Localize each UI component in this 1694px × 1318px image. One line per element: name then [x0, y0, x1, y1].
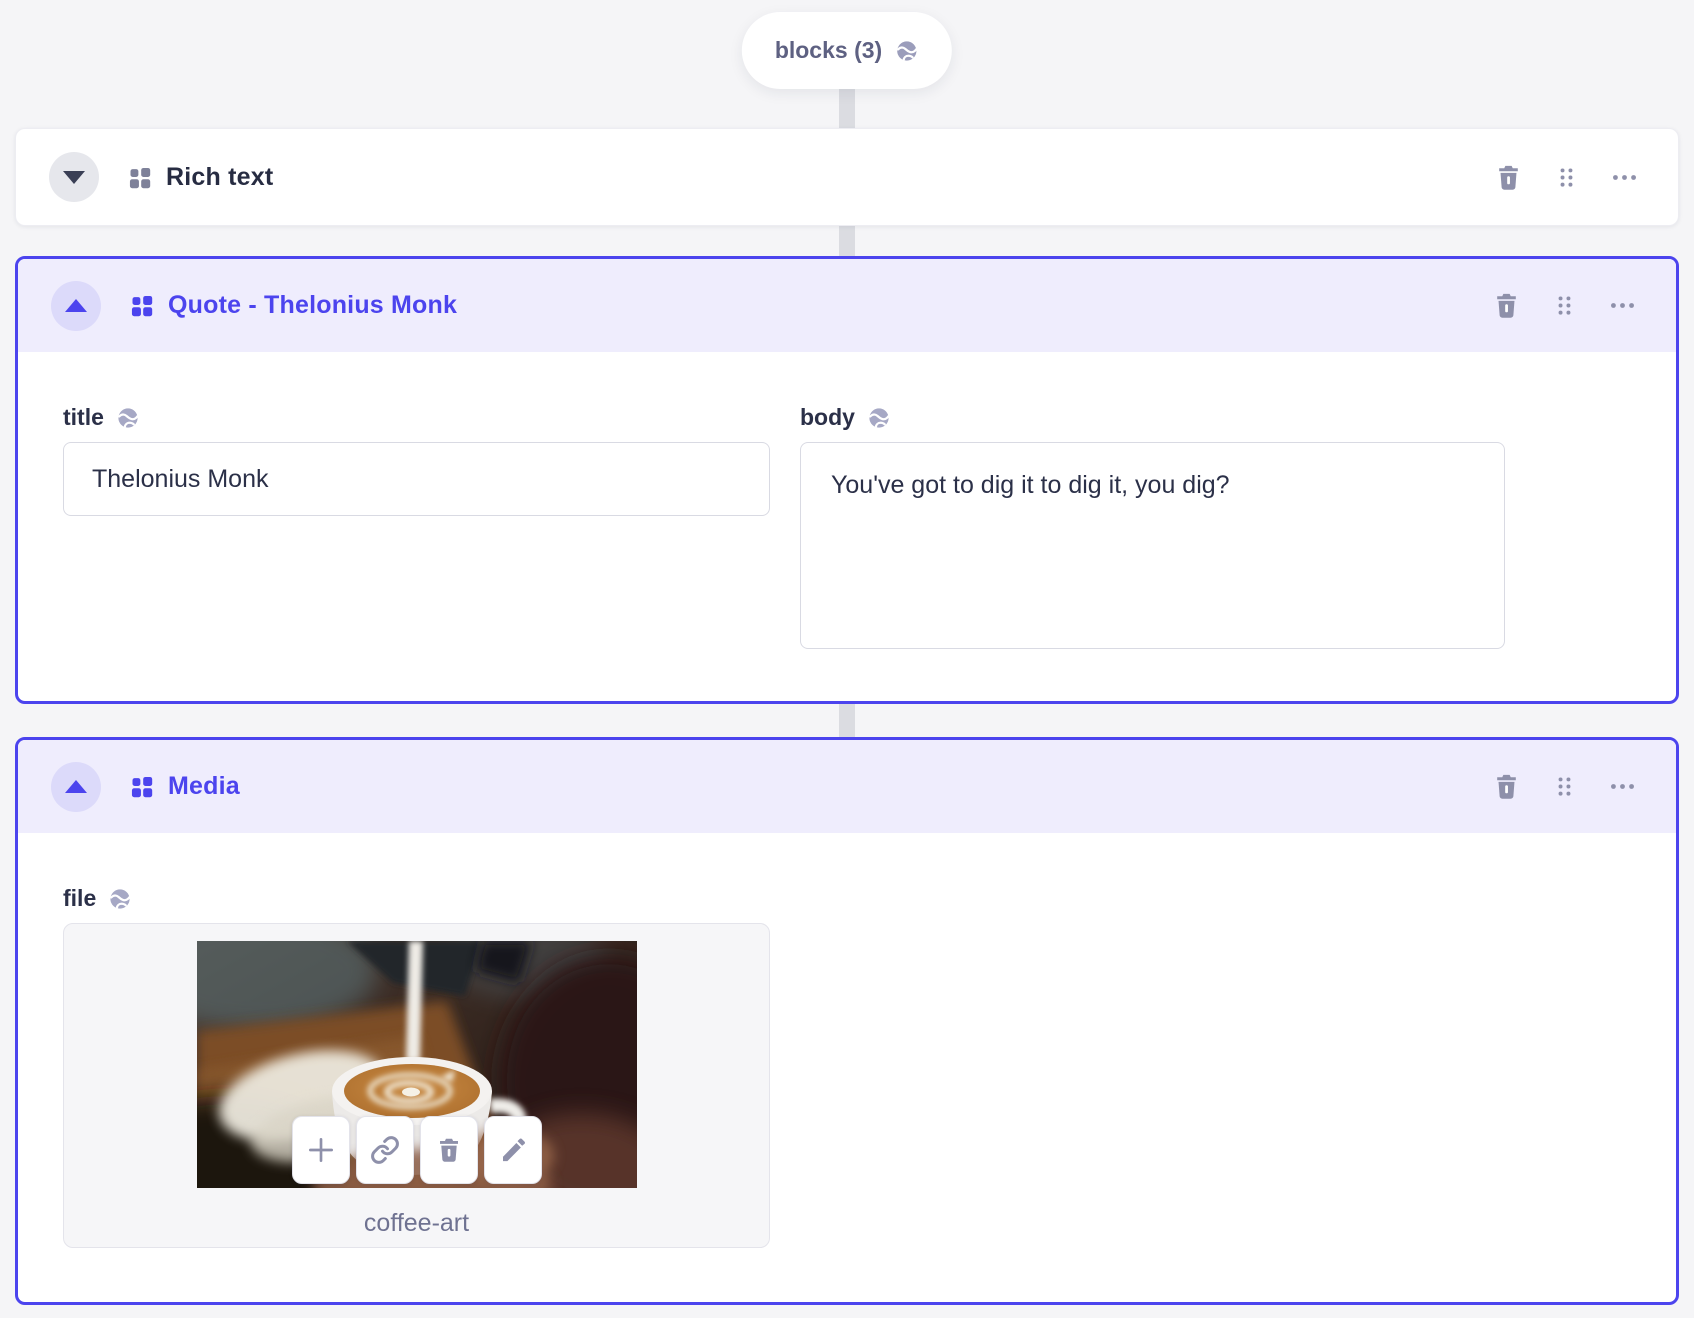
collapse-toggle-button[interactable]	[51, 280, 101, 331]
file-name: coffee-art	[363, 1209, 470, 1237]
file-action-buttons	[291, 1116, 542, 1184]
field-label-body: body	[800, 404, 1505, 431]
body-textarea[interactable]: You've got to dig it to dig it, you dig?	[800, 442, 1505, 649]
field-label-file: file	[63, 885, 1631, 912]
chevron-up-icon	[65, 299, 87, 312]
file-upload-card: coffee-art	[63, 923, 770, 1248]
link-file-button[interactable]	[355, 1116, 414, 1184]
pencil-icon	[498, 1135, 528, 1165]
title-input[interactable]	[63, 442, 770, 516]
plus-icon	[305, 1134, 337, 1166]
ellipsis-icon	[1608, 291, 1637, 320]
block-header: Media	[18, 740, 1676, 833]
block-row-rich-text: Rich text	[15, 128, 1679, 226]
more-options-button[interactable]	[1608, 291, 1637, 320]
globe-icon	[116, 406, 140, 430]
body-field-group: body You've got to dig it to dig it, you…	[800, 404, 1505, 654]
blocks-field-pill: blocks (3)	[741, 12, 953, 89]
blocks-editor: blocks (3) Rich text Quote - Thelonius M…	[0, 0, 1694, 1318]
remove-file-button[interactable]	[419, 1116, 478, 1184]
trash-icon	[1494, 163, 1523, 192]
block-header: Rich text	[16, 129, 1678, 225]
field-label-title: title	[63, 404, 770, 431]
drag-handle[interactable]	[1552, 774, 1577, 799]
block-row-quote: Quote - Thelonius Monk title Thelonius M…	[15, 256, 1679, 704]
block-fields: file coffee-art	[18, 833, 1676, 1248]
delete-block-button[interactable]	[1492, 291, 1521, 320]
globe-icon	[867, 406, 891, 430]
drag-handle-icon	[1554, 165, 1579, 190]
file-thumbnail[interactable]	[196, 941, 637, 1188]
globe-icon	[108, 887, 132, 911]
more-options-button[interactable]	[1610, 163, 1639, 192]
delete-block-button[interactable]	[1494, 163, 1523, 192]
link-icon	[370, 1135, 400, 1165]
title-field-group: title	[63, 404, 770, 654]
ellipsis-icon	[1608, 772, 1637, 801]
block-actions	[1492, 772, 1637, 801]
drag-handle[interactable]	[1552, 293, 1577, 318]
blocks-icon	[128, 773, 155, 800]
drag-handle-icon	[1552, 774, 1577, 799]
block-actions	[1494, 163, 1639, 192]
blocks-icon	[128, 292, 155, 319]
globe-icon	[895, 39, 919, 63]
delete-block-button[interactable]	[1492, 772, 1521, 801]
drag-handle-icon	[1552, 293, 1577, 318]
chevron-up-icon	[65, 780, 87, 793]
block-title: Quote - Thelonius Monk	[168, 291, 458, 319]
chevron-down-icon	[63, 170, 85, 184]
block-header: Quote - Thelonius Monk	[18, 259, 1676, 352]
block-row-media: Media file coffee-art	[15, 737, 1679, 1305]
trash-icon	[435, 1136, 463, 1164]
collapse-toggle-button[interactable]	[49, 152, 99, 202]
blocks-field-label: blocks (3)	[774, 37, 883, 63]
block-actions	[1492, 291, 1637, 320]
edit-file-button[interactable]	[483, 1116, 542, 1184]
trash-icon	[1492, 291, 1521, 320]
drag-handle[interactable]	[1554, 165, 1579, 190]
collapse-toggle-button[interactable]	[51, 761, 101, 812]
ellipsis-icon	[1610, 163, 1639, 192]
add-file-button[interactable]	[291, 1116, 350, 1184]
block-title: Media	[168, 772, 240, 800]
block-title: Rich text	[166, 162, 274, 191]
block-fields: title body You've got to dig it to dig i…	[18, 352, 1676, 654]
trash-icon	[1492, 772, 1521, 801]
blocks-icon	[126, 164, 153, 191]
more-options-button[interactable]	[1608, 772, 1637, 801]
